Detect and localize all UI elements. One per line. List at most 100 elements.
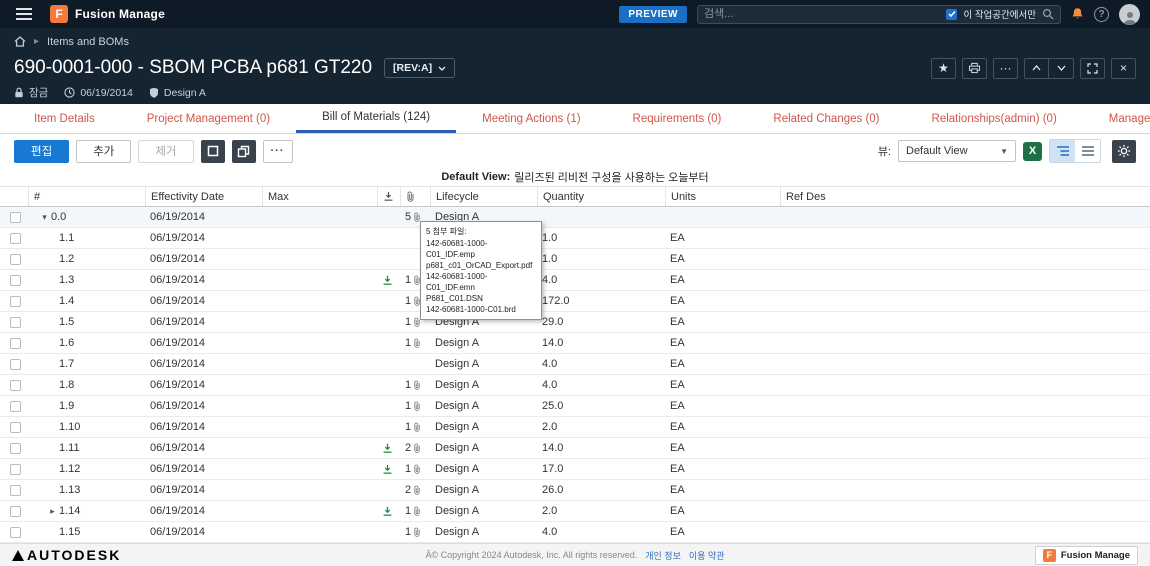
gear-icon bbox=[1117, 144, 1131, 158]
row-checkbox[interactable] bbox=[10, 232, 21, 244]
row-checkbox[interactable] bbox=[10, 358, 21, 370]
home-icon[interactable] bbox=[14, 36, 26, 47]
row-checkbox[interactable] bbox=[10, 274, 21, 286]
flat-view-toggle[interactable] bbox=[1075, 140, 1100, 162]
cell-attachments[interactable]: 1 bbox=[400, 526, 430, 538]
breadcrumb-item-workspace[interactable]: Items and BOMs bbox=[47, 36, 129, 48]
cell-download[interactable] bbox=[377, 506, 400, 517]
column-header-units[interactable]: Units bbox=[665, 187, 780, 206]
row-checkbox[interactable] bbox=[10, 253, 21, 265]
toolbar-more-button[interactable]: ··· bbox=[262, 139, 293, 163]
table-row[interactable]: 1.10 06/19/2014 1 Design A 2.0 EA bbox=[0, 417, 1150, 438]
table-row[interactable]: 1.6 06/19/2014 1 Design A 14.0 EA bbox=[0, 333, 1150, 354]
revision-dropdown[interactable]: [REV:A] bbox=[384, 58, 456, 78]
table-row[interactable]: ▸ 1.14 06/19/2014 1 Design A 2.0 EA bbox=[0, 501, 1150, 522]
duplicate-button[interactable] bbox=[231, 139, 256, 163]
row-checkbox[interactable] bbox=[10, 211, 21, 223]
edit-button[interactable]: 편집 bbox=[14, 139, 70, 163]
row-checkbox[interactable] bbox=[10, 400, 21, 412]
app-brand[interactable]: F Fusion Manage bbox=[50, 5, 165, 23]
tab-meeting-actions-1-[interactable]: Meeting Actions (1) bbox=[456, 104, 606, 133]
row-checkbox[interactable] bbox=[10, 337, 21, 349]
next-item-button[interactable] bbox=[1049, 57, 1074, 79]
workspace-only-checkbox[interactable] bbox=[946, 8, 958, 20]
cell-attachments[interactable]: 1 bbox=[400, 379, 430, 391]
column-header-download[interactable] bbox=[377, 187, 400, 206]
row-checkbox[interactable] bbox=[10, 316, 21, 328]
collapse-row-icon[interactable]: ▾ bbox=[38, 212, 51, 223]
cell-attachments[interactable]: 1 bbox=[400, 400, 430, 412]
cell-attachments[interactable]: 2 bbox=[400, 484, 430, 496]
close-button[interactable]: × bbox=[1111, 57, 1136, 79]
cell-attachments[interactable]: 1 bbox=[400, 505, 430, 517]
cell-download[interactable] bbox=[377, 443, 400, 454]
settings-button[interactable] bbox=[1112, 139, 1136, 163]
table-row[interactable]: 1.11 06/19/2014 2 Design A 14.0 EA bbox=[0, 438, 1150, 459]
remove-button[interactable]: 제거 bbox=[138, 139, 194, 163]
breadcrumb-separator-icon: ▸ bbox=[34, 36, 40, 47]
cell-attachments[interactable]: 2 bbox=[400, 442, 430, 454]
bookmark-button[interactable]: ★ bbox=[931, 57, 956, 79]
print-button[interactable] bbox=[962, 57, 987, 79]
hierarchy-view-toggle[interactable] bbox=[1050, 140, 1075, 162]
search-input[interactable] bbox=[704, 8, 941, 20]
table-row[interactable]: 1.8 06/19/2014 1 Design A 4.0 EA bbox=[0, 375, 1150, 396]
column-header-effectivity-date[interactable]: Effectivity Date bbox=[145, 187, 262, 206]
row-checkbox[interactable] bbox=[10, 379, 21, 391]
column-header-attachments[interactable] bbox=[400, 187, 430, 206]
tab-project-management-0-[interactable]: Project Management (0) bbox=[121, 104, 296, 133]
table-row[interactable]: 1.206/19/2014Design A1.0EA bbox=[0, 249, 1150, 270]
table-row[interactable]: ▾ 0.0 06/19/2014 5 Design A bbox=[0, 207, 1150, 228]
cell-download[interactable] bbox=[377, 275, 400, 286]
cell-attachments[interactable]: 1 bbox=[400, 337, 430, 349]
attachments-tooltip: 5 첨부 파일: 142-60681-1000-C01_IDF.emp p681_… bbox=[420, 221, 542, 320]
column-header-lifecycle[interactable]: Lifecycle bbox=[430, 187, 537, 206]
export-excel-button[interactable]: X bbox=[1023, 141, 1042, 161]
table-row[interactable]: 1.106/19/2014Design A1.0EA bbox=[0, 228, 1150, 249]
user-avatar[interactable] bbox=[1119, 3, 1140, 25]
row-checkbox[interactable] bbox=[10, 442, 21, 454]
open-item-button[interactable] bbox=[200, 139, 225, 163]
previous-item-button[interactable] bbox=[1024, 57, 1049, 79]
table-row[interactable]: 1.406/19/20141Design A172.0EA bbox=[0, 291, 1150, 312]
more-actions-button[interactable]: ··· bbox=[993, 57, 1018, 79]
cell-download[interactable] bbox=[377, 464, 400, 475]
table-row[interactable]: 1.5 06/19/2014 1 Design A 29.0 EA bbox=[0, 312, 1150, 333]
row-checkbox[interactable] bbox=[10, 295, 21, 307]
menu-icon[interactable] bbox=[16, 8, 32, 20]
tab-item-details[interactable]: Item Details bbox=[8, 104, 121, 133]
table-row[interactable]: 1.15 06/19/2014 1 Design A 4.0 EA bbox=[0, 522, 1150, 543]
search-icon[interactable] bbox=[1042, 8, 1054, 20]
tab-related-changes-0-[interactable]: Related Changes (0) bbox=[747, 104, 905, 133]
cell-attachments[interactable]: 1 bbox=[400, 421, 430, 433]
help-icon[interactable]: ? bbox=[1094, 6, 1109, 22]
tab-managed-items-0-[interactable]: Managed Items (0) bbox=[1083, 104, 1150, 133]
tab-bill-of-materials-124-[interactable]: Bill of Materials (124) bbox=[296, 104, 457, 133]
terms-link[interactable]: 이용 약관 bbox=[689, 549, 725, 562]
view-select[interactable]: Default View ▼ bbox=[898, 140, 1016, 162]
expand-row-icon[interactable]: ▸ bbox=[46, 506, 59, 517]
column-header-num[interactable]: # bbox=[28, 187, 145, 206]
column-header-refdes[interactable]: Ref Des bbox=[780, 187, 1150, 206]
row-checkbox[interactable] bbox=[10, 505, 21, 517]
table-row[interactable]: 1.7 06/19/2014 Design A 4.0 EA bbox=[0, 354, 1150, 375]
row-checkbox[interactable] bbox=[10, 484, 21, 496]
tab-requirements-0-[interactable]: Requirements (0) bbox=[607, 104, 748, 133]
expand-button[interactable] bbox=[1080, 57, 1105, 79]
row-checkbox[interactable] bbox=[10, 463, 21, 475]
table-row[interactable]: 1.306/19/20141Design A4.0EA bbox=[0, 270, 1150, 291]
column-header-quantity[interactable]: Quantity bbox=[537, 187, 665, 206]
cell-effectivity-date: 06/19/2014 bbox=[150, 274, 206, 286]
table-row[interactable]: 1.9 06/19/2014 1 Design A 25.0 EA bbox=[0, 396, 1150, 417]
cell-attachments[interactable]: 1 bbox=[400, 463, 430, 475]
table-row[interactable]: 1.13 06/19/2014 2 Design A 26.0 EA bbox=[0, 480, 1150, 501]
table-row[interactable]: 1.12 06/19/2014 1 Design A 17.0 EA bbox=[0, 459, 1150, 480]
add-button[interactable]: 추가 bbox=[76, 139, 132, 163]
privacy-link[interactable]: 개인 정보 bbox=[645, 549, 681, 562]
notifications-bell-icon[interactable] bbox=[1071, 7, 1084, 21]
row-checkbox[interactable] bbox=[10, 526, 21, 538]
row-checkbox[interactable] bbox=[10, 421, 21, 433]
tab-relationships-admin-0-[interactable]: Relationships(admin) (0) bbox=[906, 104, 1083, 133]
page-title: 690-0001-000 - SBOM PCBA p681 GT220 bbox=[14, 57, 373, 78]
column-header-max[interactable]: Max bbox=[262, 187, 377, 206]
